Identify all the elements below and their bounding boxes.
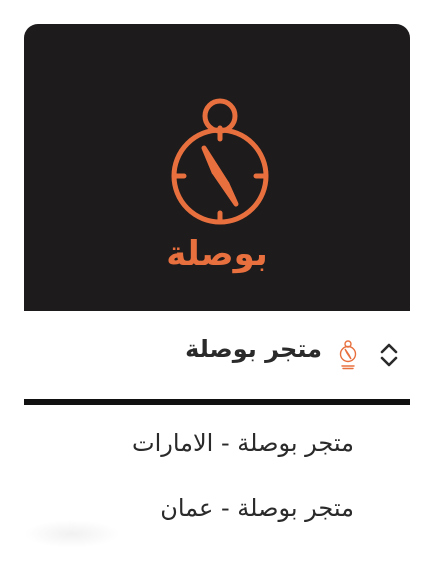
store-logo-banner: بوصلة — [24, 24, 410, 311]
scroll-fade-shadow — [24, 520, 120, 548]
brand-wordmark: بوصلة — [166, 234, 268, 274]
compass-icon — [339, 340, 357, 370]
menu-item-store-oman[interactable]: متجر بوصلة - عمان — [160, 494, 354, 522]
store-switcher[interactable]: متجر بوصلة — [24, 311, 410, 399]
divider — [24, 399, 410, 405]
menu-item-store-uae[interactable]: متجر بوصلة - الامارات — [132, 429, 354, 457]
current-store-name: متجر بوصلة — [185, 335, 322, 363]
chevron-up-down-icon[interactable] — [374, 337, 404, 373]
